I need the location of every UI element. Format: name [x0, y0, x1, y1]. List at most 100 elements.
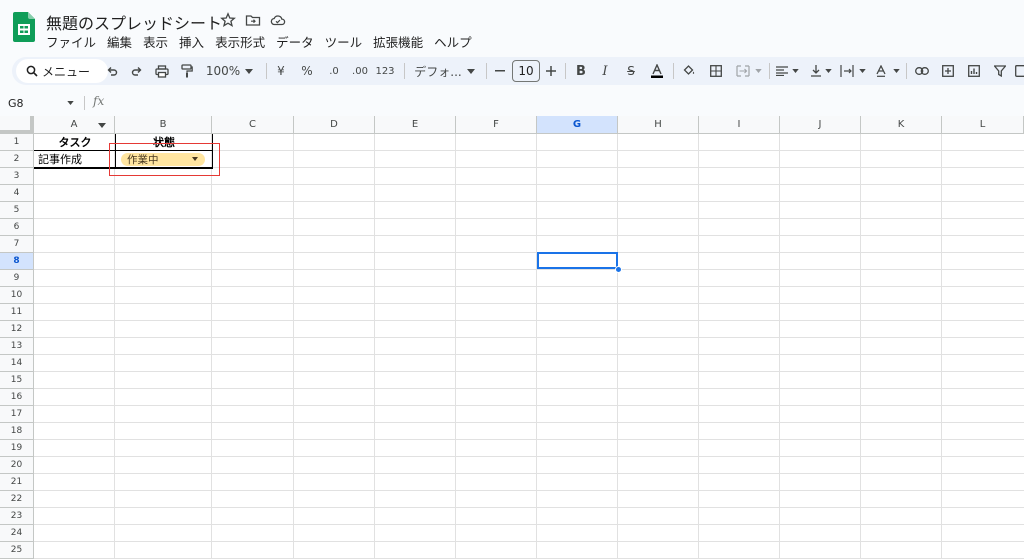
menu-search-button[interactable]: メニュー [16, 59, 108, 83]
menu-view[interactable]: 表示 [143, 32, 168, 50]
font-size-input[interactable]: 10 [512, 60, 540, 82]
wrap-chevron-down-icon[interactable] [858, 57, 866, 85]
insert-comment-icon[interactable] [940, 57, 956, 85]
selected-cell-G8[interactable] [537, 252, 618, 269]
row-header-16[interactable]: 16 [0, 389, 34, 406]
row-header-23[interactable]: 23 [0, 508, 34, 525]
filter-views-icon[interactable] [1014, 57, 1024, 85]
increase-decimal-button[interactable]: .00 [349, 57, 371, 85]
row-header-17[interactable]: 17 [0, 406, 34, 423]
increase-font-size-icon[interactable] [544, 57, 558, 85]
column-header-d[interactable]: D [294, 116, 375, 134]
column-header-h[interactable]: H [618, 116, 699, 134]
menu-tools[interactable]: ツール [325, 32, 363, 50]
column-header-f[interactable]: F [456, 116, 537, 134]
font-family-select[interactable]: デフォ... [412, 57, 464, 85]
column-header-g[interactable]: G [537, 116, 618, 134]
text-color-icon[interactable] [649, 57, 665, 85]
merge-cells-icon[interactable] [734, 57, 752, 85]
cell-A1[interactable]: タスク [35, 134, 115, 150]
row-header-7[interactable]: 7 [0, 236, 34, 253]
insert-link-icon[interactable] [913, 57, 931, 85]
column-header-b[interactable]: B [115, 116, 212, 134]
halign-chevron-down-icon[interactable] [791, 57, 799, 85]
currency-format-button[interactable]: ¥ [274, 57, 288, 85]
horizontal-align-icon[interactable] [775, 57, 789, 85]
name-box[interactable]: G8 [4, 94, 78, 113]
column-header-k[interactable]: K [861, 116, 942, 134]
decrease-font-size-icon[interactable] [493, 57, 507, 85]
column-header-j[interactable]: J [780, 116, 861, 134]
font-chevron-down-icon[interactable] [466, 57, 476, 85]
merge-chevron-down-icon[interactable] [754, 57, 762, 85]
row-header-21[interactable]: 21 [0, 474, 34, 491]
column-gridline [374, 134, 375, 559]
row-gridline [34, 303, 1024, 304]
borders-icon[interactable] [708, 57, 724, 85]
select-all-corner[interactable] [0, 116, 34, 134]
row-header-8[interactable]: 8 [0, 253, 34, 270]
row-header-9[interactable]: 9 [0, 270, 34, 287]
column-header-l[interactable]: L [942, 116, 1024, 134]
formula-input[interactable] [110, 94, 1010, 112]
row-header-22[interactable]: 22 [0, 491, 34, 508]
menu-data[interactable]: データ [276, 32, 314, 50]
bold-icon[interactable]: B [573, 57, 589, 85]
strikethrough-icon[interactable]: S [623, 57, 639, 85]
row-header-3[interactable]: 3 [0, 168, 34, 185]
column-header-c[interactable]: C [212, 116, 294, 134]
menu-insert[interactable]: 挿入 [179, 32, 204, 50]
move-folder-icon[interactable] [245, 12, 261, 28]
menu-format[interactable]: 表示形式 [215, 32, 265, 50]
rotation-chevron-down-icon[interactable] [892, 57, 900, 85]
menu-help[interactable]: ヘルプ [434, 32, 472, 50]
print-icon[interactable] [154, 57, 170, 85]
zoom-select[interactable]: 100% [206, 57, 240, 85]
row-header-13[interactable]: 13 [0, 338, 34, 355]
column-header-e[interactable]: E [375, 116, 456, 134]
more-formats-button[interactable]: 123 [374, 57, 396, 85]
redo-icon[interactable] [129, 57, 145, 85]
document-title[interactable]: 無題のスプレッドシート [46, 10, 222, 34]
row-header-2[interactable]: 2 [0, 151, 34, 168]
column-header-i[interactable]: I [699, 116, 780, 134]
row-header-10[interactable]: 10 [0, 287, 34, 304]
fill-handle[interactable] [615, 266, 622, 273]
row-header-12[interactable]: 12 [0, 321, 34, 338]
italic-icon[interactable]: I [597, 57, 613, 85]
fill-color-icon[interactable] [681, 57, 697, 85]
row-header-15[interactable]: 15 [0, 372, 34, 389]
row-header-19[interactable]: 19 [0, 440, 34, 457]
text-rotation-icon[interactable] [873, 57, 889, 85]
row-header-4[interactable]: 4 [0, 185, 34, 202]
cell-A2[interactable]: 記事作成 [38, 151, 115, 167]
cloud-saved-icon[interactable] [270, 12, 286, 28]
filter-icon[interactable] [992, 57, 1008, 85]
menu-file[interactable]: ファイル [46, 32, 96, 50]
vertical-align-icon[interactable] [809, 57, 823, 85]
row-header-6[interactable]: 6 [0, 219, 34, 236]
undo-icon[interactable] [104, 57, 120, 85]
row-header-1[interactable]: 1 [0, 134, 34, 151]
text-wrapping-icon[interactable] [839, 57, 855, 85]
row-header-14[interactable]: 14 [0, 355, 34, 372]
paint-format-icon[interactable] [179, 57, 195, 85]
sheet-grid[interactable]: ABCDEFGHIJKL 1 2 3 4 5 6 7 8 9 10 11 12 13 14 15 16 17 18… [0, 116, 1024, 559]
sheets-logo-icon[interactable] [13, 12, 35, 42]
star-icon[interactable] [220, 12, 236, 28]
menu-extensions[interactable]: 拡張機能 [373, 32, 423, 50]
decrease-decimal-button[interactable]: .0 [325, 57, 343, 85]
row-header-24[interactable]: 24 [0, 525, 34, 542]
valign-chevron-down-icon[interactable] [824, 57, 832, 85]
menu-edit[interactable]: 編集 [107, 32, 132, 50]
percent-format-button[interactable]: % [300, 57, 314, 85]
insert-chart-icon[interactable] [966, 57, 982, 85]
row-header-25[interactable]: 25 [0, 542, 34, 559]
zoom-chevron-down-icon[interactable] [244, 57, 254, 85]
row-header-5[interactable]: 5 [0, 202, 34, 219]
row-header-18[interactable]: 18 [0, 423, 34, 440]
column-a-filter-chevron-icon[interactable] [98, 123, 106, 128]
row-header-20[interactable]: 20 [0, 457, 34, 474]
column-header-a[interactable]: A [34, 116, 115, 134]
row-header-11[interactable]: 11 [0, 304, 34, 321]
